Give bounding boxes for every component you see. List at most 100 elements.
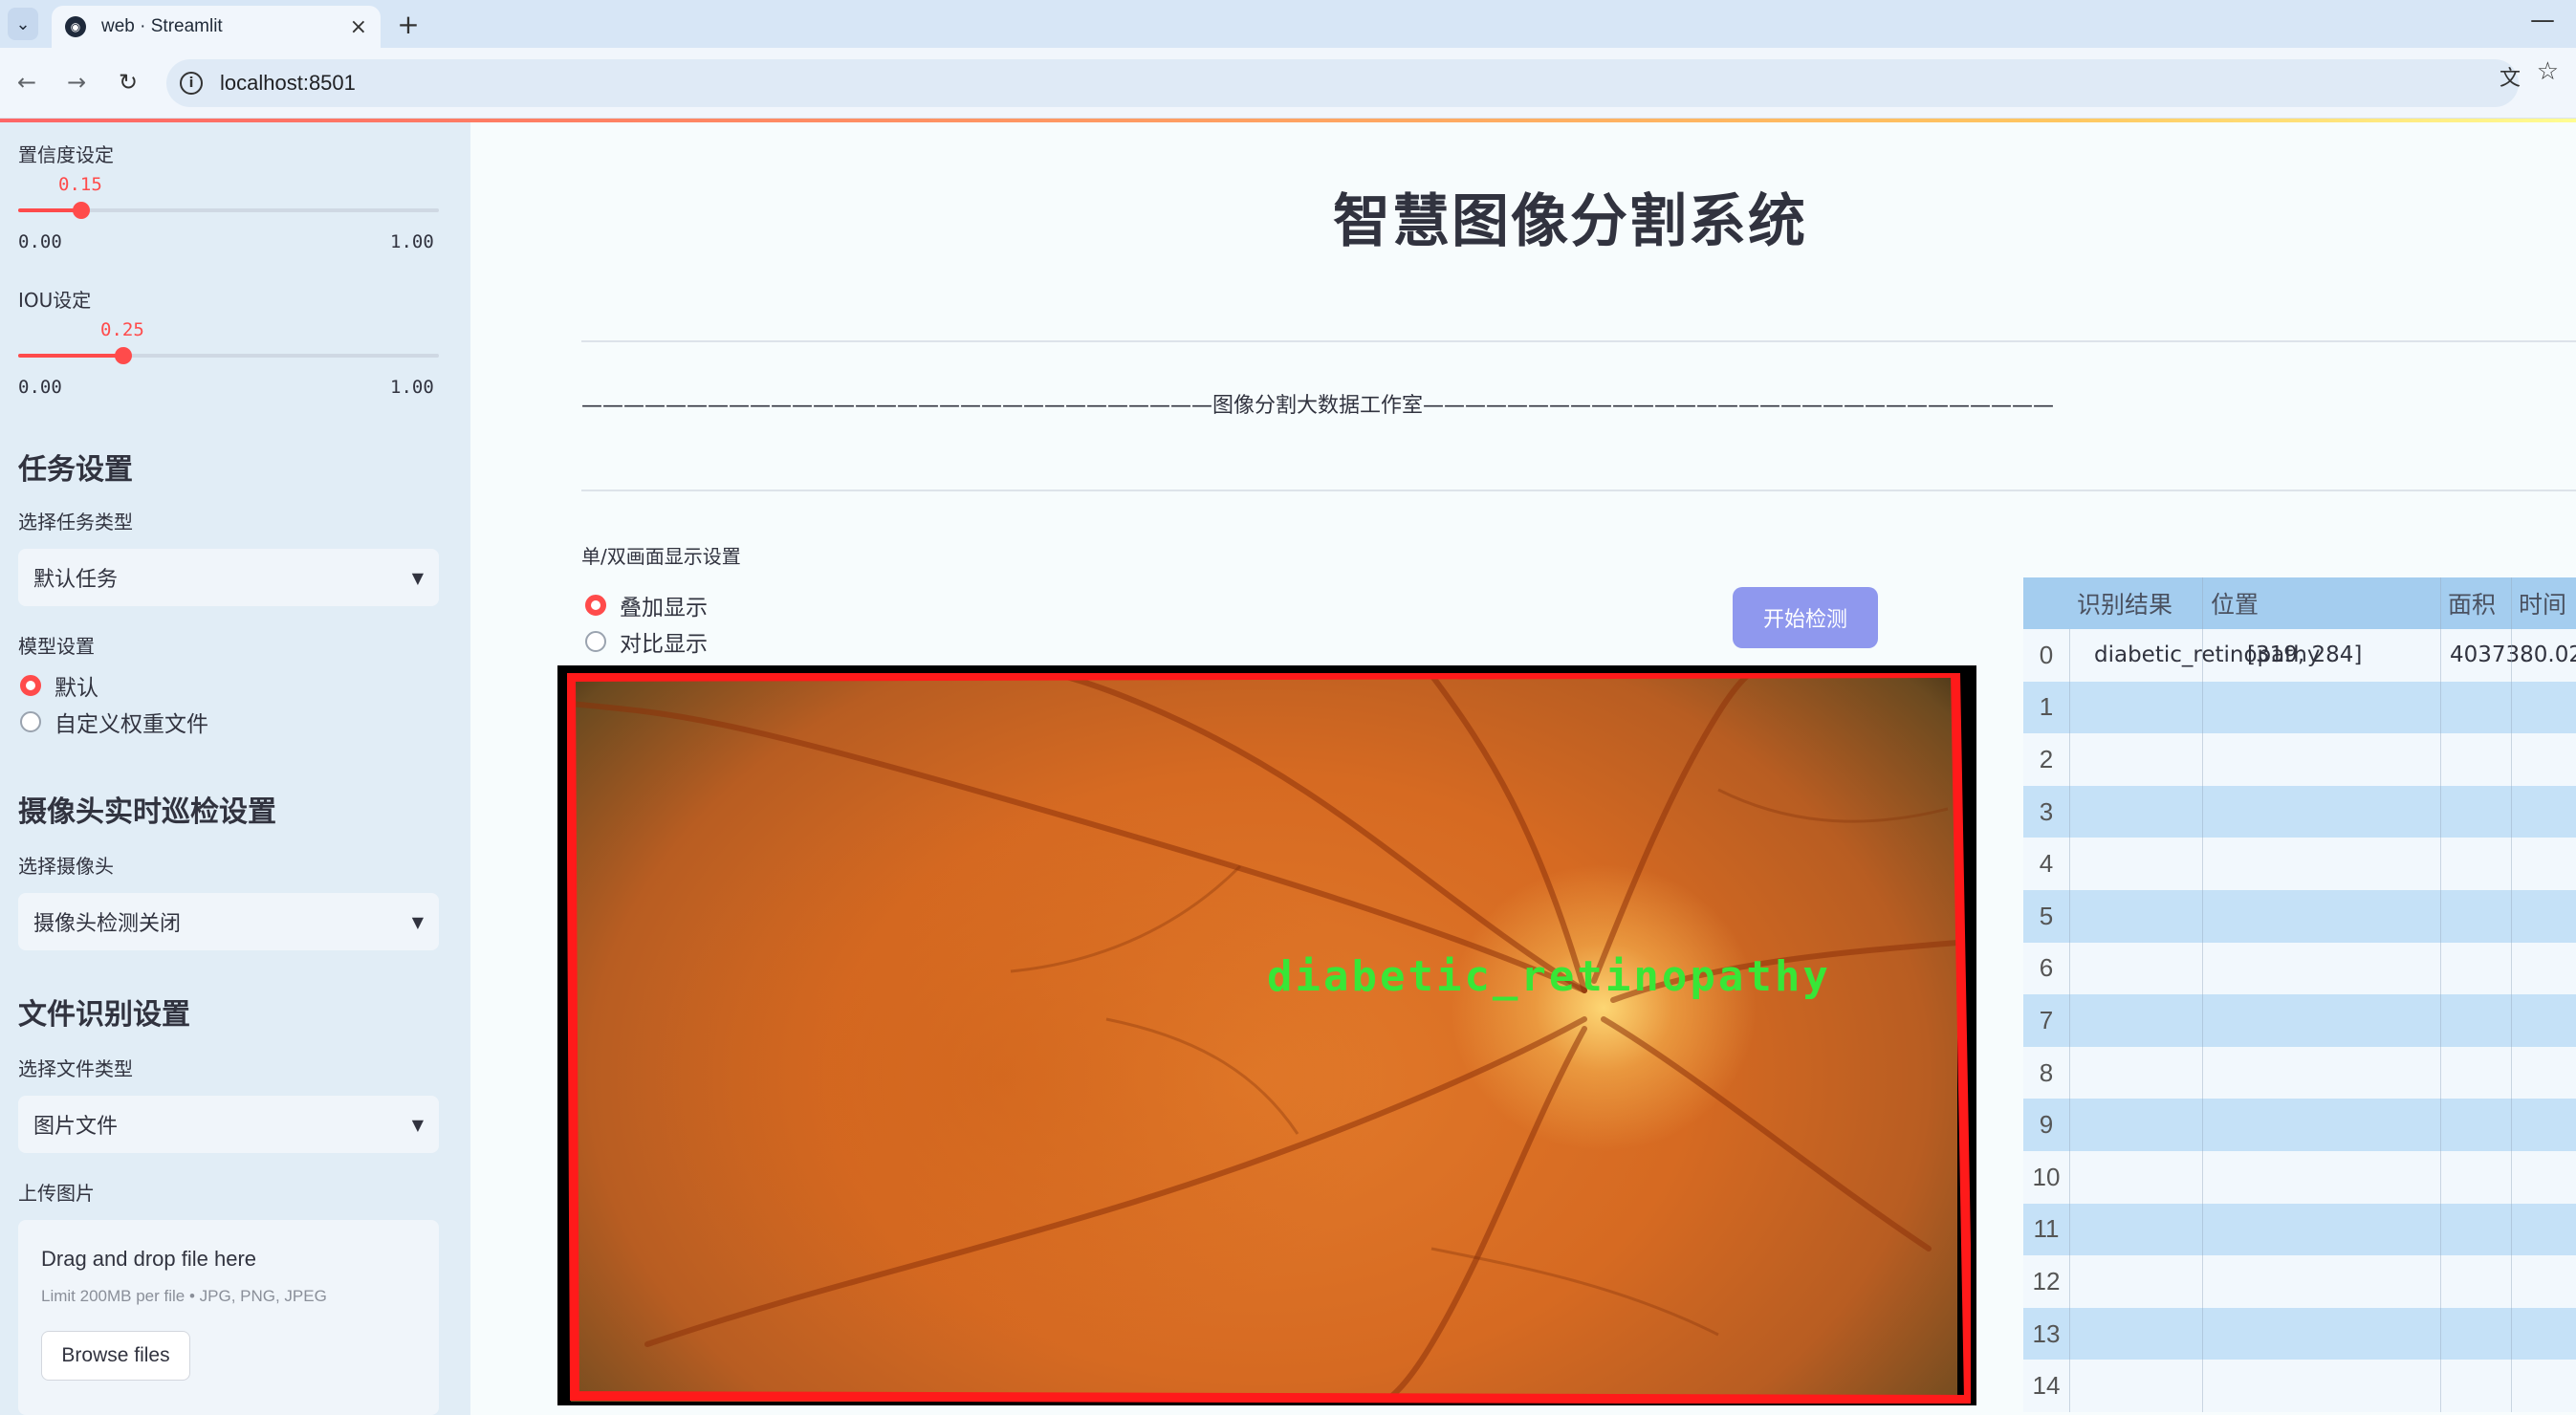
iou-value: 0.25 [100,319,144,340]
results-table[interactable]: 识别结果 位置 面积 时间 0 diabetic_retinopathy [319,… [2023,577,2576,1415]
uploader-limit: Limit 200MB per file • JPG, PNG, JPEG [41,1287,327,1305]
table-row[interactable]: 4 [2023,838,2576,890]
start-detection-button[interactable]: 开始检测 [1733,587,1878,648]
detection-bounding-box [567,673,1971,1404]
row-index[interactable]: 7 [2023,994,2069,1047]
model-option-label: 默认 [55,676,98,701]
confidence-slider-thumb[interactable] [73,202,90,219]
header-position[interactable]: 位置 [2211,577,2259,629]
confidence-min: 0.00 [18,231,62,252]
divider-top [581,340,2576,342]
new-tab-icon[interactable]: + [392,8,425,40]
file-uploader-dropzone[interactable]: Drag and drop file here Limit 200MB per … [18,1220,439,1415]
model-option-custom[interactable]: 自定义权重文件 [20,706,208,738]
row-index[interactable]: 13 [2023,1308,2069,1361]
tab-search-chevron-icon[interactable]: ⌄ [8,8,38,40]
table-row[interactable]: 7 [2023,994,2576,1047]
address-bar[interactable]: i localhost:8501 [166,59,2519,107]
table-row[interactable]: 3 [2023,785,2576,838]
model-option-default[interactable]: 默认 [20,669,98,702]
row-index[interactable]: 10 [2023,1151,2069,1204]
row-index[interactable]: 0 [2023,629,2069,682]
bookmark-star-icon[interactable]: ☆ [2537,57,2559,86]
table-row[interactable]: 0 diabetic_retinopathy [319, 284] 4037380.0… [2023,629,2576,682]
browser-tab[interactable]: ◉ web · Streamlit × [52,6,381,48]
cell-area[interactable]: 4037380.02 [2450,629,2576,682]
table-row[interactable]: 2 [2023,733,2576,786]
radio-checked-icon[interactable] [20,675,41,696]
table-row[interactable]: 12 [2023,1255,2576,1308]
display-option-compare[interactable]: 对比显示 [585,625,708,658]
detection-result-image: diabetic_retinopathy [557,665,1976,1405]
display-mode-label: 单/双画面显示设置 [581,545,741,568]
chevron-down-icon: ▼ [411,568,424,587]
camera-label: 选择摄像头 [18,855,114,878]
forward-arrow-icon[interactable]: → [59,65,94,99]
iou-slider-fill [18,354,123,358]
reload-icon[interactable]: ↻ [111,65,145,99]
table-row[interactable]: 13 [2023,1307,2576,1361]
confidence-max: 1.00 [390,231,434,252]
row-index[interactable]: 11 [2023,1204,2069,1256]
table-header: 识别结果 位置 面积 时间 [2023,577,2576,629]
file-type-value: 图片文件 [33,1115,119,1139]
header-area[interactable]: 面积 [2448,577,2496,629]
confidence-slider[interactable] [18,202,439,219]
table-row[interactable]: 8 [2023,1046,2576,1099]
row-index[interactable]: 3 [2023,786,2069,838]
file-heading: 文件识别设置 [18,998,190,1032]
detection-class-label: diabetic_retinopathy [1267,952,1831,1001]
camera-select[interactable]: 摄像头检测关闭 ▼ [18,893,439,950]
iou-label: IOU设定 [18,289,92,312]
model-option-label: 自定义权重文件 [55,712,208,737]
row-index[interactable]: 6 [2023,943,2069,995]
row-index[interactable]: 5 [2023,890,2069,943]
radio-unchecked-icon[interactable] [20,711,41,732]
iou-slider[interactable] [18,347,439,364]
row-index[interactable]: 4 [2023,838,2069,890]
table-row[interactable]: 9 [2023,1099,2576,1151]
display-option-overlay[interactable]: 叠加显示 [585,589,708,621]
table-row[interactable]: 6 [2023,942,2576,995]
cell-position[interactable]: [319, 284] [2247,629,2362,682]
file-type-select[interactable]: 图片文件 ▼ [18,1096,439,1153]
close-tab-icon[interactable]: × [350,15,367,39]
radio-unchecked-icon[interactable] [585,631,606,652]
radio-checked-icon[interactable] [585,595,606,616]
display-option-label: 对比显示 [620,632,708,657]
table-row[interactable]: 1 [2023,681,2576,734]
uploader-title: Drag and drop file here [41,1247,257,1271]
back-arrow-icon[interactable]: ← [10,65,44,99]
iou-min: 0.00 [18,377,62,398]
row-index[interactable]: 2 [2023,733,2069,786]
table-row[interactable]: 5 [2023,890,2576,943]
row-index[interactable]: 9 [2023,1099,2069,1151]
table-row[interactable]: 14 [2023,1360,2576,1412]
header-result[interactable]: 识别结果 [2077,577,2172,629]
display-option-label: 叠加显示 [620,596,708,620]
url-text[interactable]: localhost:8501 [220,71,356,96]
translate-icon[interactable]: 文 [2500,61,2521,92]
task-type-select[interactable]: 默认任务 ▼ [18,549,439,606]
tab-title: web · Streamlit [101,16,223,36]
task-type-value: 默认任务 [33,568,119,592]
chevron-down-icon: ▼ [411,912,424,931]
model-label: 模型设置 [18,635,95,658]
confidence-value: 0.15 [58,174,102,195]
header-time[interactable]: 时间 [2519,577,2566,629]
divider-bottom [581,490,2576,491]
row-index[interactable]: 12 [2023,1255,2069,1308]
camera-heading: 摄像头实时巡检设置 [18,795,276,829]
minimize-window-icon[interactable]: — [2530,6,2555,34]
row-index[interactable]: 14 [2023,1360,2069,1412]
streamlit-favicon-icon: ◉ [65,16,86,37]
table-row[interactable]: 10 [2023,1151,2576,1204]
task-type-label: 选择任务类型 [18,511,133,533]
row-index[interactable]: 1 [2023,682,2069,734]
site-info-icon[interactable]: i [180,72,203,95]
table-row[interactable]: 11 [2023,1203,2576,1256]
browse-files-button[interactable]: Browse files [41,1331,190,1381]
iou-slider-thumb[interactable] [115,347,132,364]
row-index[interactable]: 8 [2023,1047,2069,1099]
studio-banner: ——————————————————————————————图像分割大数据工作室… [581,394,2055,418]
